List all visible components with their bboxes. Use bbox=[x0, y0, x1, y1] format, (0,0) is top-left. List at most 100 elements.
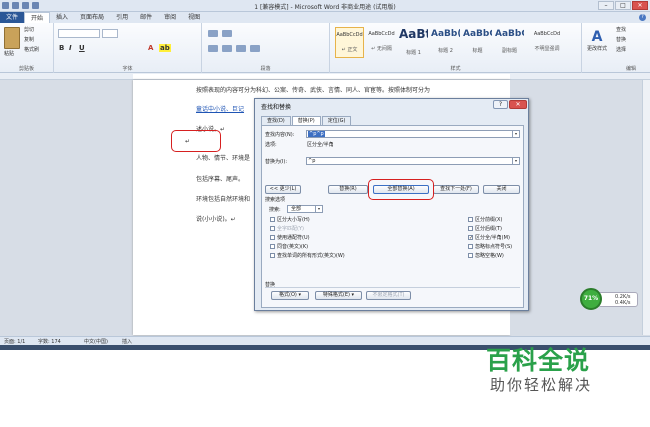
search-dropdown-icon[interactable]: ▾ bbox=[315, 206, 322, 212]
dialog-body: 查找内容(N): ^p^p ▾ 选项: 区分全/半角 替换为(I): ^p ▾ … bbox=[261, 125, 524, 308]
paste-icon[interactable] bbox=[4, 27, 20, 49]
language-indicator[interactable]: 中文(中国) bbox=[84, 338, 108, 345]
replace-button[interactable]: 替换 bbox=[616, 36, 626, 43]
cut-button[interactable]: 剪切 bbox=[24, 26, 34, 33]
tab-replace[interactable]: 替换(P) bbox=[291, 116, 321, 125]
match-width-checkbox[interactable]: ✓ 区分全/半角(M) bbox=[468, 234, 510, 241]
style-heading-1[interactable]: AaBt标题 1 bbox=[399, 27, 428, 58]
style-subtle-emphasis[interactable]: AaBbCcDd 不明显强调 bbox=[527, 27, 567, 58]
tab-goto[interactable]: 定位(G) bbox=[321, 116, 352, 125]
watermark-logo: 百科全说 bbox=[486, 346, 591, 375]
network-speed-widget[interactable]: 0.2K/s 0.4K/s 71% bbox=[580, 288, 640, 310]
copy-button[interactable]: 复制 bbox=[24, 36, 34, 43]
doc-line: 童话中小说、巨记 bbox=[196, 106, 245, 113]
help-icon[interactable]: ? bbox=[639, 14, 646, 21]
highlight-button[interactable]: ab bbox=[159, 44, 171, 52]
tab-mailings[interactable]: 邮件 bbox=[134, 12, 158, 23]
dialog-help-button[interactable]: ? bbox=[493, 100, 508, 109]
bold-button[interactable]: B bbox=[59, 44, 64, 52]
maximize-button[interactable]: □ bbox=[615, 1, 631, 10]
replace-input[interactable]: ^p ▾ bbox=[306, 157, 520, 165]
doc-line: 包括序幕、尾声。 bbox=[196, 176, 245, 183]
italic-button[interactable]: I bbox=[69, 44, 72, 52]
all-word-forms-checkbox[interactable]: 查找单词的所有形式(英文)(W) bbox=[270, 252, 345, 259]
ribbon: 粘贴 剪切 复制 格式刷 剪贴板 B I U A ab 字体 段落 AaBbCc… bbox=[0, 23, 650, 73]
justify-icon[interactable] bbox=[250, 45, 260, 52]
no-formatting-button[interactable]: 不限定格式(T) bbox=[366, 291, 411, 300]
style-no-spacing[interactable]: AaBbCcDd ↵ 无间隔 bbox=[367, 27, 396, 58]
numbering-icon[interactable] bbox=[222, 30, 232, 37]
wildcards-checkbox[interactable]: 使用通配符(U) bbox=[270, 234, 310, 241]
clipboard-group: 粘贴 剪切 复制 格式刷 剪贴板 bbox=[0, 23, 54, 73]
style-normal[interactable]: AaBbCcDd ↵ 正文 bbox=[335, 27, 364, 58]
font-name-select[interactable] bbox=[58, 29, 100, 38]
find-input-value: ^p^p bbox=[308, 131, 325, 137]
underline-button[interactable]: U bbox=[79, 44, 85, 52]
font-size-select[interactable] bbox=[102, 29, 118, 38]
tab-page-layout[interactable]: 页面布局 bbox=[74, 12, 110, 23]
select-button[interactable]: 选择 bbox=[616, 46, 626, 53]
search-label: 搜索: bbox=[269, 207, 281, 213]
font-color-button[interactable]: A bbox=[148, 44, 153, 52]
download-speed: 0.4K/s bbox=[615, 300, 631, 306]
replace-one-button[interactable]: 替换(R) bbox=[328, 185, 368, 194]
clipboard-group-label: 剪贴板 bbox=[18, 66, 34, 72]
whole-word-checkbox[interactable]: 全字匹配(Y) bbox=[270, 225, 304, 232]
watermark-subtitle: 助你轻松解决 bbox=[490, 376, 593, 394]
special-button[interactable]: 特殊格式(E) ▾ bbox=[315, 291, 362, 300]
cancel-button[interactable]: 关闭 bbox=[483, 185, 520, 194]
editing-group-label: 编辑 bbox=[625, 66, 636, 72]
tab-references[interactable]: 引用 bbox=[110, 12, 134, 23]
doc-line: 人物、情节、环境是 bbox=[196, 155, 251, 162]
divider bbox=[265, 287, 520, 288]
style-heading-2[interactable]: AaBb(标题 2 bbox=[431, 27, 460, 58]
paragraph-group-label: 段落 bbox=[260, 66, 271, 72]
window-title: 1 [兼容模式] - Microsoft Word 非商业用途 (试用版) bbox=[254, 4, 396, 11]
replace-dropdown-icon[interactable]: ▾ bbox=[512, 158, 519, 164]
dialog-close-button[interactable]: ✕ bbox=[509, 100, 527, 109]
close-window-button[interactable]: ✕ bbox=[632, 1, 648, 10]
search-select[interactable]: 全部 ▾ bbox=[287, 205, 323, 213]
dialog-title: 查找和替换 bbox=[261, 104, 292, 111]
ignore-punctuation-checkbox[interactable]: 忽略标点符号(S) bbox=[468, 243, 512, 250]
tab-home[interactable]: 开始 bbox=[24, 12, 51, 23]
find-dropdown-icon[interactable]: ▾ bbox=[512, 131, 519, 137]
align-center-icon[interactable] bbox=[222, 45, 232, 52]
less-button[interactable]: << 更少(L) bbox=[265, 185, 301, 194]
align-right-icon[interactable] bbox=[236, 45, 246, 52]
replace-input-value: ^p bbox=[308, 158, 316, 164]
style-subtitle[interactable]: AaBbC副标题 bbox=[495, 27, 524, 58]
page-count[interactable]: 页面: 1/1 bbox=[4, 338, 25, 345]
bullets-icon[interactable] bbox=[208, 30, 218, 37]
ignore-space-checkbox[interactable]: 忽略空格(W) bbox=[468, 252, 504, 259]
search-options-title: 搜索选项 bbox=[265, 197, 286, 203]
doc-line: 环境包括自然环境和 bbox=[196, 196, 251, 203]
minimize-button[interactable]: – bbox=[598, 1, 614, 10]
change-styles-button[interactable]: A 更改样式 bbox=[584, 29, 610, 52]
find-button[interactable]: 查找 bbox=[616, 26, 626, 33]
format-button[interactable]: 格式(O) ▾ bbox=[271, 291, 309, 300]
tab-view[interactable]: 视图 bbox=[182, 12, 206, 23]
replace-label: 替换为(I): bbox=[265, 159, 288, 165]
font-group: B I U A ab 字体 bbox=[54, 23, 202, 73]
style-title[interactable]: AaBbC标题 bbox=[463, 27, 492, 58]
tab-review[interactable]: 审阅 bbox=[158, 12, 182, 23]
tab-file[interactable]: 文件 bbox=[0, 12, 25, 23]
paste-label[interactable]: 粘贴 bbox=[4, 50, 14, 57]
find-input[interactable]: ^p^p ▾ bbox=[306, 130, 520, 138]
word-count[interactable]: 字数: 174 bbox=[38, 338, 61, 345]
tab-insert[interactable]: 插入 bbox=[50, 12, 74, 23]
tab-find[interactable]: 查找(D) bbox=[261, 116, 291, 125]
sounds-like-checkbox[interactable]: 同音(英文)(K) bbox=[270, 243, 308, 250]
vertical-scrollbar[interactable] bbox=[642, 80, 650, 335]
match-case-checkbox[interactable]: 区分大小写(H) bbox=[270, 216, 310, 223]
format-painter-button[interactable]: 格式刷 bbox=[24, 46, 39, 53]
match-prefix-checkbox[interactable]: 区分前缀(X) bbox=[468, 216, 502, 223]
match-suffix-checkbox[interactable]: 区分后缀(T) bbox=[468, 225, 502, 232]
insert-mode[interactable]: 插入 bbox=[122, 338, 132, 345]
speed-panel: 0.2K/s 0.4K/s bbox=[598, 292, 638, 307]
ribbon-tabs: 文件 开始 插入 页面布局 引用 邮件 审阅 视图 ? bbox=[0, 12, 650, 23]
align-left-icon[interactable] bbox=[208, 45, 218, 52]
find-next-button[interactable]: 查找下一处(F) bbox=[433, 185, 479, 194]
word-window: 1 [兼容模式] - Microsoft Word 非商业用途 (试用版) – … bbox=[0, 0, 650, 350]
